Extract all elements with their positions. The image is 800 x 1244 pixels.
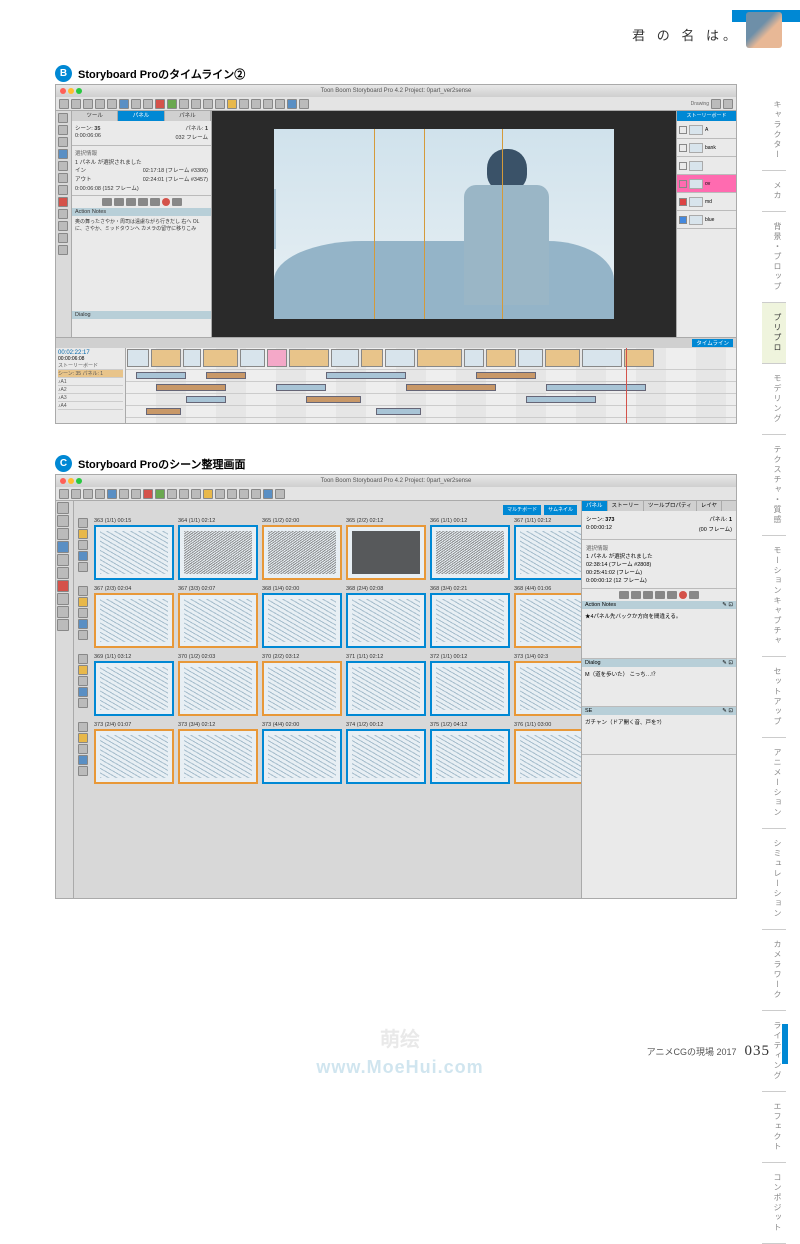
storyboard-panel[interactable]: 367 (3/3) 02:07 xyxy=(178,586,258,648)
storyboard-panel[interactable]: 373 (4/4) 02:00 xyxy=(262,722,342,784)
chapter-tab[interactable]: テクスチャ・質感 xyxy=(762,435,786,536)
main-toolbar[interactable]: Drawing xyxy=(56,97,736,111)
storyboard-panel[interactable]: 374 (1/2) 00:12 xyxy=(346,722,426,784)
storyboard-panel[interactable]: 371 (1/1) 02:12 xyxy=(346,654,426,716)
tool-palette-c[interactable] xyxy=(56,501,74,898)
dialog-text[interactable]: M（道を歩いた） こっち…!？ xyxy=(582,667,736,707)
playback-controls[interactable] xyxy=(72,196,211,208)
watermark: www.MoeHui.com xyxy=(316,1057,483,1078)
chapter-tab[interactable]: キャラクター xyxy=(762,90,786,171)
tool-palette[interactable] xyxy=(56,111,72,337)
titlebar-c: Toon Boom Storyboard Pro 4.2 Project: 0p… xyxy=(56,475,736,487)
storyboard-panel[interactable]: 365 (1/2) 02:00 xyxy=(262,518,342,580)
storyboard-panel[interactable]: 366 (1/1) 00:12 xyxy=(430,518,510,580)
main-toolbar-c[interactable] xyxy=(56,487,736,501)
dialog-header: Dialog xyxy=(72,311,211,319)
traffic-lights[interactable] xyxy=(60,88,82,94)
header-avatar-image xyxy=(746,12,782,48)
playback-controls-c[interactable] xyxy=(582,589,736,601)
chapter-tab[interactable]: モーションキャプチャ xyxy=(762,536,786,657)
storyboard-panel[interactable]: 367 (1/1) 02:12 xyxy=(514,518,581,580)
section-b-header: B Storyboard Proのタイムライン② xyxy=(55,65,245,82)
chapter-tab[interactable]: プリプロ xyxy=(762,303,786,364)
storyboard-panel[interactable]: 368 (4/4) 01:06 xyxy=(514,586,581,648)
storyboard-panel[interactable]: 372 (1/1) 00:12 xyxy=(430,654,510,716)
watermark-jp: 萌绘 xyxy=(380,1023,420,1052)
storyboard-panel[interactable]: 369 (1/1) 03:12 xyxy=(94,654,174,716)
section-b-title: Storyboard Proのタイムライン② xyxy=(78,66,245,82)
chapter-tab[interactable]: コンポジット xyxy=(762,1163,786,1244)
chapter-tab[interactable]: モデリング xyxy=(762,364,786,435)
action-notes-c[interactable]: ★4パネル先バックか方向を間違える。 xyxy=(582,609,736,659)
storyboard-panel[interactable]: 376 (1/1) 03:00 xyxy=(514,722,581,784)
storyboard-panel[interactable]: 368 (1/4) 02:00 xyxy=(262,586,342,648)
chapter-tab[interactable]: セットアップ xyxy=(762,657,786,738)
traffic-lights-c[interactable] xyxy=(60,478,82,484)
right-tabs[interactable]: パネルストーリーツールプロパティレイヤ xyxy=(582,501,736,511)
page-header-title: 君 の 名 は。 xyxy=(632,25,740,44)
thumbnail-grid[interactable]: マルチボードサムネイル 363 (1/1) 00:15364 (1/1) 02:… xyxy=(74,501,581,898)
storyboard-panel[interactable]: 373 (3/4) 02:12 xyxy=(178,722,258,784)
storyboard-frame xyxy=(274,129,614,319)
side-panel: ツールパネルパネル シーン: 35パネル: 1 0:00:06:06032 フレ… xyxy=(72,111,212,337)
section-c-header: C Storyboard Proのシーン整理画面 xyxy=(55,455,246,472)
chapter-tab[interactable]: シミュレーション xyxy=(762,829,786,930)
timeline-panel[interactable]: タイムライン 00:02:22:17 00:00:06:08 ストーリーボード … xyxy=(56,337,736,423)
titlebar: Toon Boom Storyboard Pro 4.2 Project: 0p… xyxy=(56,85,736,97)
properties-panel: パネルストーリーツールプロパティレイヤ シーン: 373パネル: 1 0:00:… xyxy=(581,501,736,898)
storyboard-panel[interactable]: 363 (1/1) 00:15 xyxy=(94,518,174,580)
storyboard-panel[interactable]: 370 (1/2) 02:03 xyxy=(178,654,258,716)
storyboard-panel[interactable]: 373 (1/4) 02:3 xyxy=(514,654,581,716)
app-window-b: Toon Boom Storyboard Pro 4.2 Project: 0p… xyxy=(55,84,737,424)
app-window-c: Toon Boom Storyboard Pro 4.2 Project: 0p… xyxy=(55,474,737,899)
storyboard-track xyxy=(126,348,736,370)
section-c-title: Storyboard Proのシーン整理画面 xyxy=(78,456,246,472)
playhead[interactable] xyxy=(626,348,627,423)
layers-panel[interactable]: ストーリーボード A bank ov md blue xyxy=(676,111,736,337)
chapter-tabs[interactable]: キャラクターメカ背景・プロッププリプロモデリングテクスチャ・質感モーションキャプ… xyxy=(762,90,786,1244)
chapter-tab[interactable]: メカ xyxy=(762,171,786,212)
page-number: 035 xyxy=(745,1043,771,1060)
se-text[interactable]: ガチャン（ドア開く音、戸を?） xyxy=(582,715,736,755)
canvas-viewport[interactable] xyxy=(212,111,676,337)
section-c-badge: C xyxy=(55,455,72,472)
storyboard-panel[interactable]: 367 (2/3) 02:04 xyxy=(94,586,174,648)
notes-header: Action Notes xyxy=(72,208,211,216)
storyboard-panel[interactable]: 368 (3/4) 02:21 xyxy=(430,586,510,648)
chapter-tab[interactable]: 背景・プロップ xyxy=(762,212,786,303)
storyboard-panel[interactable]: 375 (1/2) 04:12 xyxy=(430,722,510,784)
storyboard-panel[interactable]: 364 (1/1) 02:12 xyxy=(178,518,258,580)
chapter-tab[interactable]: エフェクト xyxy=(762,1092,786,1163)
storyboard-panel[interactable]: 365 (2/2) 02:12 xyxy=(346,518,426,580)
storyboard-panel[interactable]: 370 (2/2) 03:12 xyxy=(262,654,342,716)
window-title: Toon Boom Storyboard Pro 4.2 Project: 0p… xyxy=(321,88,472,94)
chapter-tab[interactable]: アニメーション xyxy=(762,738,786,829)
footer-accent xyxy=(782,1024,788,1064)
chapter-tab[interactable]: カメラワーク xyxy=(762,930,786,1011)
section-b-badge: B xyxy=(55,65,72,82)
storyboard-panel[interactable]: 373 (2/4) 01:07 xyxy=(94,722,174,784)
storyboard-panel[interactable]: 368 (2/4) 02:08 xyxy=(346,586,426,648)
action-notes[interactable]: 奥の舞ったさやか・周司は遠慮ながら行きだし 右へ OL に、さやか、ミッドタウン… xyxy=(72,216,211,311)
side-tabs[interactable]: ツールパネルパネル xyxy=(72,111,211,121)
